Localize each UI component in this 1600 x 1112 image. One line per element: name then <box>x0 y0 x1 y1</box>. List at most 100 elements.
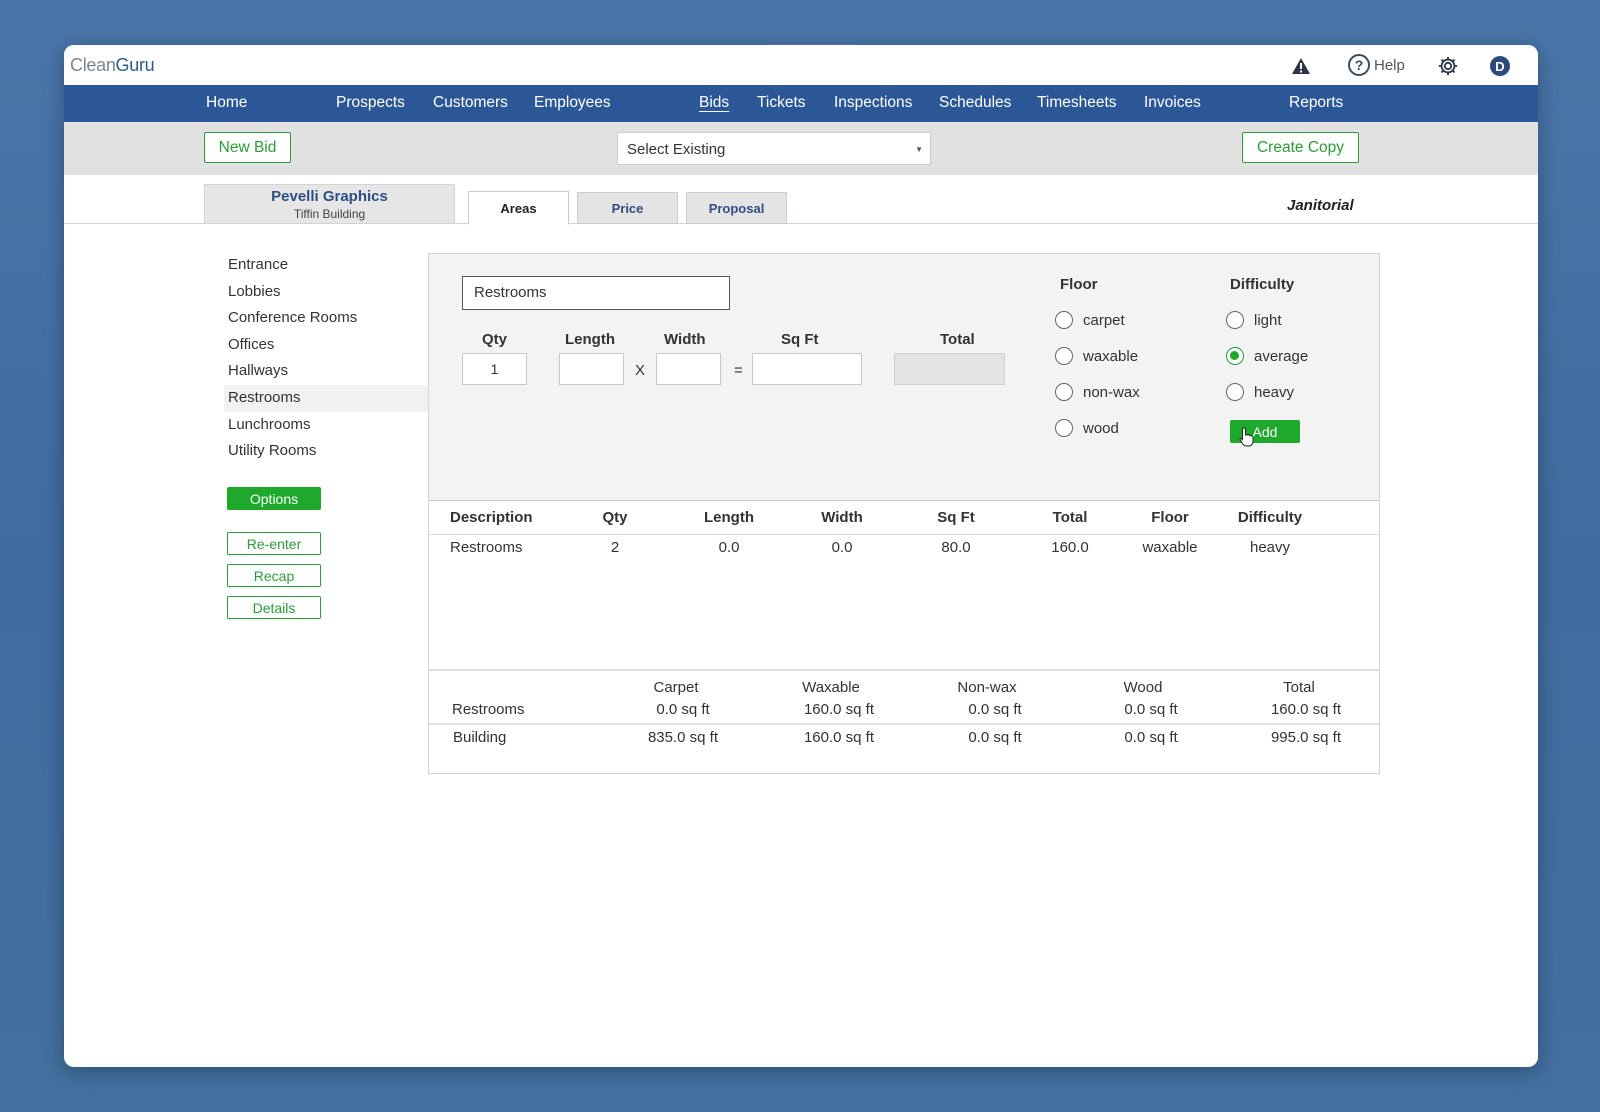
reenter-button[interactable]: Re-enter <box>227 532 321 555</box>
nav-timesheets[interactable]: Timesheets <box>1037 94 1117 112</box>
tab-areas[interactable]: Areas <box>468 191 569 225</box>
radio-icon <box>1055 347 1073 365</box>
client-info: Pevelli Graphics Tiffin Building <box>204 184 455 224</box>
table-header-qty: Qty <box>602 509 628 526</box>
nav-home[interactable]: Home <box>206 94 247 112</box>
summary-header-total: Total <box>1283 679 1315 696</box>
select-existing-dropdown[interactable]: Select Existing ▼ <box>617 132 931 165</box>
cell-total: 160.0 <box>1051 539 1089 556</box>
client-building: Tiffin Building <box>293 207 366 221</box>
client-name: Pevelli Graphics <box>271 188 388 205</box>
tab-proposal[interactable]: Proposal <box>686 192 787 224</box>
nav-bids[interactable]: Bids <box>699 94 729 112</box>
cell-difficulty: heavy <box>1249 539 1291 556</box>
summary-cell: 0.0 sq ft <box>968 701 1022 718</box>
length-label: Length <box>565 331 615 348</box>
dropdown-caret-icon: ▼ <box>915 145 923 154</box>
gear-icon[interactable] <box>1437 55 1459 77</box>
new-bid-button[interactable]: New Bid <box>204 132 291 163</box>
table-header-description: Description <box>450 509 533 526</box>
difficulty-option-heavy[interactable]: heavy <box>1226 383 1294 401</box>
help-label: Help <box>1374 56 1405 74</box>
help-button[interactable]: ? Help <box>1348 54 1405 76</box>
service-type-label: Janitorial <box>1287 197 1354 214</box>
nav-reports[interactable]: Reports <box>1289 94 1343 112</box>
radio-icon <box>1055 383 1073 401</box>
tab-price[interactable]: Price <box>577 192 678 224</box>
select-existing-value: Select Existing <box>627 141 726 158</box>
cell-length: 0.0 <box>718 539 740 556</box>
square-footage-summary: Carpet Waxable Non-wax Wood Total Restro… <box>429 669 1379 775</box>
length-input[interactable] <box>559 353 624 385</box>
qty-input[interactable]: 1 <box>462 353 527 385</box>
summary-cell: 160.0 sq ft <box>803 729 875 746</box>
floor-option-carpet[interactable]: carpet <box>1055 311 1125 329</box>
table-header-total: Total <box>1052 509 1088 526</box>
summary-cell: 995.0 sq ft <box>1270 729 1342 746</box>
difficulty-label: Difficulty <box>1230 276 1295 293</box>
summary-cell: 835.0 sq ft <box>647 729 719 746</box>
app-logo: CleanGuru <box>70 55 155 75</box>
floor-option-non-wax[interactable]: non-wax <box>1055 383 1140 401</box>
nav-prospects[interactable]: Prospects <box>336 94 405 112</box>
warning-icon[interactable] <box>1291 57 1311 75</box>
main-nav: Home Prospects Customers Employees Bids … <box>64 85 1538 122</box>
summary-header-carpet: Carpet <box>653 679 699 696</box>
total-label: Total <box>940 331 975 348</box>
create-copy-button[interactable]: Create Copy <box>1242 132 1359 163</box>
bid-tabs-row: Pevelli Graphics Tiffin Building Areas P… <box>64 175 1538 225</box>
nav-customers[interactable]: Customers <box>433 94 508 112</box>
nav-invoices[interactable]: Invoices <box>1144 94 1201 112</box>
table-header-divider <box>429 534 1379 535</box>
floor-option-wood[interactable]: wood <box>1055 419 1119 437</box>
help-icon: ? <box>1348 54 1370 76</box>
table-header-sqft: Sq Ft <box>937 509 975 526</box>
radio-icon <box>1055 311 1073 329</box>
app-window: CleanGuru ? Help D Home Prospects Custom… <box>64 45 1538 1067</box>
summary-cell: 0.0 sq ft <box>656 701 710 718</box>
table-header-length: Length <box>704 509 754 526</box>
width-label: Width <box>664 331 706 348</box>
radio-icon <box>1055 419 1073 437</box>
total-input <box>894 353 1005 385</box>
table-header-difficulty: Difficulty <box>1237 509 1303 526</box>
nav-tickets[interactable]: Tickets <box>757 94 806 112</box>
table-header-floor: Floor <box>1151 509 1189 526</box>
bid-toolbar: New Bid Select Existing ▼ Create Copy <box>64 122 1538 175</box>
summary-header-non-wax: Non-wax <box>957 679 1017 696</box>
radio-checked-icon <box>1226 347 1244 365</box>
summary-cell: 160.0 sq ft <box>1270 701 1342 718</box>
difficulty-option-average[interactable]: average <box>1226 347 1308 365</box>
sqft-label: Sq Ft <box>781 331 819 348</box>
difficulty-option-light[interactable]: light <box>1226 311 1282 329</box>
multiply-symbol: X <box>635 362 646 379</box>
cell-floor: waxable <box>1142 539 1198 556</box>
recap-button[interactable]: Recap <box>227 564 321 587</box>
summary-row-label: Building <box>453 729 507 746</box>
avatar[interactable]: D <box>1490 56 1510 76</box>
cell-description: Restrooms <box>450 539 523 556</box>
cell-qty: 2 <box>610 539 620 556</box>
area-editor-panel: Restrooms Qty Length Width Sq Ft Total 1… <box>428 253 1380 774</box>
radio-icon <box>1226 311 1244 329</box>
options-button[interactable]: Options <box>227 487 321 510</box>
table-header-width: Width <box>821 509 863 526</box>
nav-inspections[interactable]: Inspections <box>834 94 912 112</box>
pointer-cursor-icon <box>1239 427 1254 447</box>
app-header: CleanGuru ? Help D <box>64 45 1538 85</box>
qty-label: Qty <box>482 331 508 348</box>
summary-cell: 0.0 sq ft <box>1124 701 1178 718</box>
nav-schedules[interactable]: Schedules <box>939 94 1011 112</box>
summary-row-label: Restrooms <box>452 701 525 718</box>
area-name-input[interactable]: Restrooms <box>462 276 730 310</box>
width-input[interactable] <box>656 353 721 385</box>
summary-cell: 0.0 sq ft <box>968 729 1022 746</box>
floor-label: Floor <box>1060 276 1098 293</box>
summary-header-wood: Wood <box>1123 679 1163 696</box>
summary-cell: 160.0 sq ft <box>803 701 875 718</box>
nav-employees[interactable]: Employees <box>534 94 611 112</box>
sqft-input[interactable] <box>752 353 862 385</box>
details-button[interactable]: Details <box>227 596 321 619</box>
floor-option-waxable[interactable]: waxable <box>1055 347 1138 365</box>
summary-cell: 0.0 sq ft <box>1124 729 1178 746</box>
